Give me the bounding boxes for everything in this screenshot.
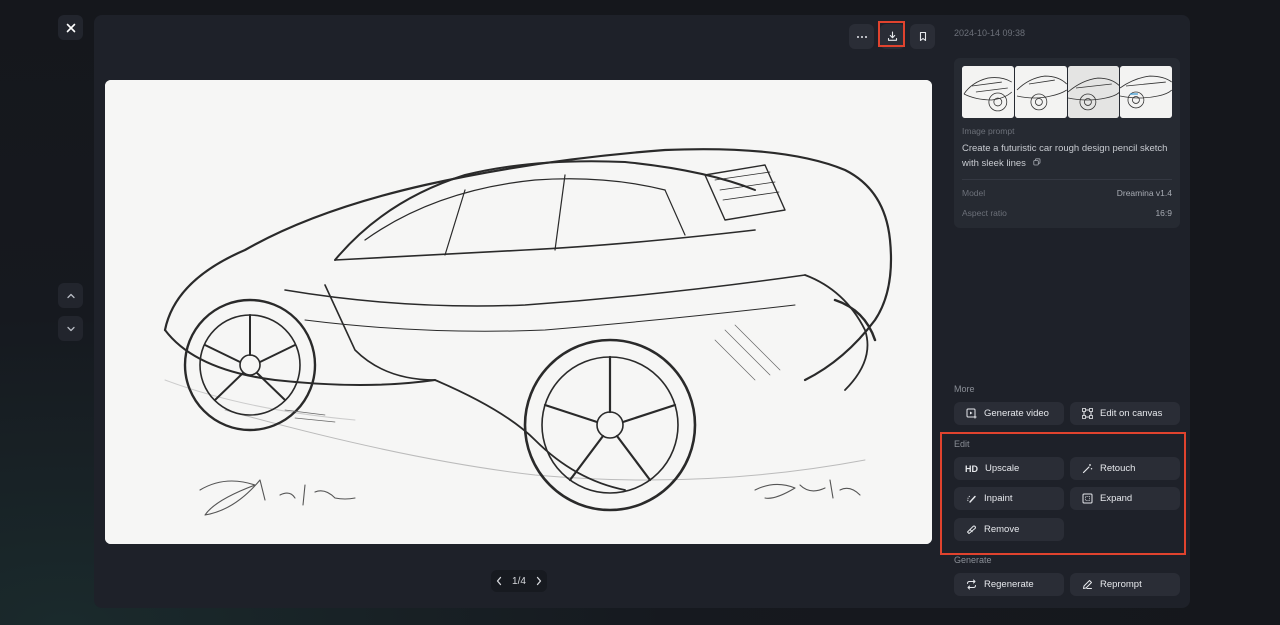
edit-section-label: Edit [954,439,970,449]
pager-prev-button[interactable] [495,576,503,586]
copy-prompt-button[interactable] [1032,156,1041,171]
regenerate-button[interactable]: Regenerate [954,573,1064,596]
hd-icon: HD [965,463,978,474]
thumbnail-1[interactable] [962,66,1014,118]
chevron-left-icon [496,576,502,586]
expand-label: Expand [1100,493,1133,504]
info-divider [962,179,1172,181]
more-horizontal-icon [856,35,867,38]
more-options-button[interactable] [849,24,874,49]
expand-button[interactable]: Expand [1070,487,1180,510]
thumbnail-image [1120,66,1172,118]
aspect-ratio-value: 16:9 [1155,208,1172,219]
retouch-label: Retouch [1100,463,1136,474]
magic-wand-icon [1081,463,1093,475]
download-icon [887,31,898,41]
thumbnail-3[interactable] [1067,66,1120,118]
chevron-right-icon [536,576,542,586]
model-label: Model [962,188,986,199]
bookmark-button[interactable] [910,24,935,49]
upscale-label: Upscale [985,463,1020,474]
previous-image-button[interactable] [58,283,83,308]
generate-video-button[interactable]: Generate video [954,402,1064,425]
image-pager: 1/4 [491,570,547,592]
download-button[interactable] [880,24,905,49]
remove-label: Remove [984,524,1020,535]
eraser-icon [965,524,977,536]
remove-button[interactable]: Remove [954,518,1064,541]
thumbnail-image [1014,66,1067,118]
bookmark-icon [919,31,926,42]
model-value: Dreamina v1.4 [1116,188,1172,199]
edit-on-canvas-label: Edit on canvas [1100,408,1163,419]
prompt-value: Create a futuristic car rough design pen… [962,143,1168,170]
upscale-button[interactable]: HD Upscale [954,457,1064,480]
thumbnail-image [1067,66,1120,118]
inpaint-button[interactable]: Inpaint [954,487,1064,510]
pager-counter: 1/4 [512,575,526,587]
generate-video-label: Generate video [984,408,1049,419]
generate-section-label: Generate [954,555,992,565]
prompt-label: Image prompt [962,126,1015,136]
chevron-up-icon [66,293,75,298]
pencil-icon [1081,579,1093,591]
inpaint-label: Inpaint [984,493,1013,504]
canvas-icon [1081,408,1093,420]
prompt-text: Create a futuristic car rough design pen… [962,141,1172,171]
copy-icon [1032,158,1040,166]
timestamp: 2024-10-14 09:38 [954,28,1026,38]
thumbnail-image [962,66,1014,118]
car-sketch-image [105,80,932,544]
aspect-ratio-row: Aspect ratio 16:9 [962,208,1172,218]
aspect-ratio-label: Aspect ratio [962,208,1007,219]
thumbnail-2[interactable] [1014,66,1067,118]
reprompt-label: Reprompt [1100,579,1142,590]
retouch-button[interactable]: Retouch [1070,457,1180,480]
thumbnail-strip [962,66,1172,118]
close-button[interactable] [58,15,83,40]
info-card: Image prompt Create a futuristic car rou… [954,58,1180,228]
chevron-down-icon [66,326,75,331]
inpaint-brush-icon [965,493,977,505]
edit-on-canvas-button[interactable]: Edit on canvas [1070,402,1180,425]
thumbnail-4[interactable] [1120,66,1172,118]
expand-icon [1081,493,1093,505]
regenerate-label: Regenerate [984,579,1034,590]
more-section-label: More [954,384,975,394]
pager-next-button[interactable] [535,576,543,586]
close-icon [66,23,75,32]
model-row: Model Dreamina v1.4 [962,188,1172,198]
reprompt-button[interactable]: Reprompt [1070,573,1180,596]
refresh-icon [965,579,977,591]
next-image-button[interactable] [58,316,83,341]
main-image[interactable] [105,80,932,544]
video-add-icon [965,408,977,420]
